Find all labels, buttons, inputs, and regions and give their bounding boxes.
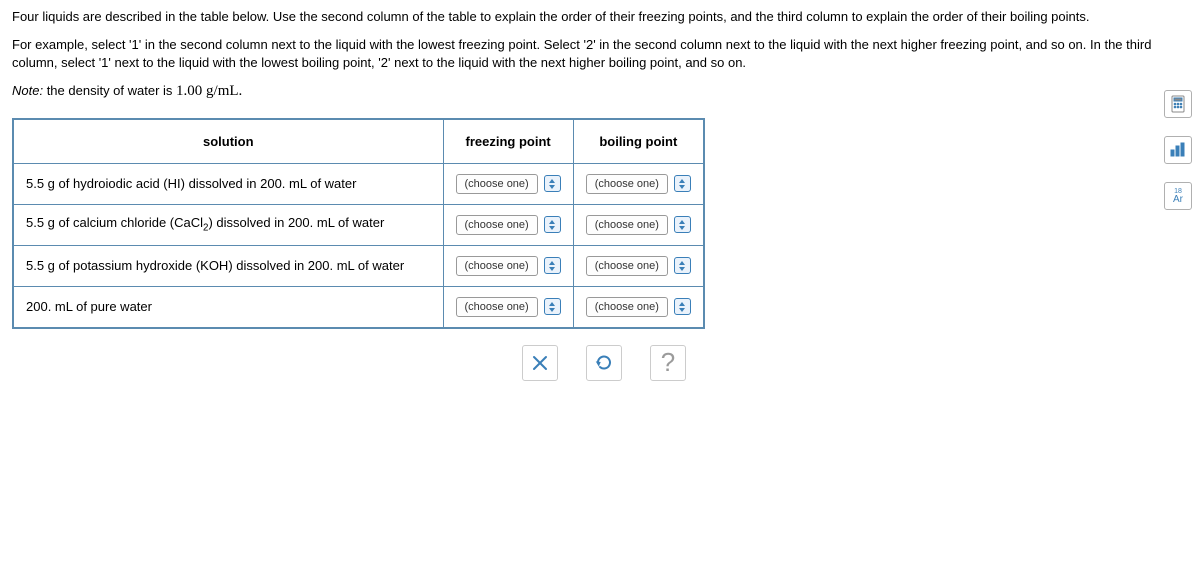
updown-icon xyxy=(544,216,561,233)
boiling-dropdown[interactable]: (choose one) xyxy=(586,297,691,317)
dropdown-label: (choose one) xyxy=(586,297,668,317)
updown-icon xyxy=(674,298,691,315)
header-boiling: boiling point xyxy=(573,119,704,164)
solution-cell: 200. mL of pure water xyxy=(13,286,443,328)
dropdown-label: (choose one) xyxy=(456,297,538,317)
note-line: Note: the density of water is 1.00 g/mL. xyxy=(12,83,1188,100)
periodic-icon: 18Ar xyxy=(1173,188,1183,205)
dropdown-label: (choose one) xyxy=(456,174,538,194)
solution-cell: 5.5 g of potassium hydroxide (KOH) disso… xyxy=(13,245,443,286)
boiling-cell: (choose one) xyxy=(573,286,704,328)
instruction-paragraph-2: For example, select '1' in the second co… xyxy=(12,36,1188,72)
dropdown-label: (choose one) xyxy=(586,256,668,276)
calculator-icon xyxy=(1170,95,1186,113)
table-row: 5.5 g of potassium hydroxide (KOH) disso… xyxy=(13,245,704,286)
periodic-table-button[interactable]: 18Ar xyxy=(1164,182,1192,210)
dropdown-label: (choose one) xyxy=(586,215,668,235)
table-row: 5.5 g of hydroiodic acid (HI) dissolved … xyxy=(13,163,704,204)
dropdown-label: (choose one) xyxy=(586,174,668,194)
freezing-cell: (choose one) xyxy=(443,286,573,328)
table-header-row: solution freezing point boiling point xyxy=(13,119,704,164)
note-prefix: Note: xyxy=(12,83,43,98)
right-toolbar: 18Ar xyxy=(1164,90,1192,210)
dropdown-label: (choose one) xyxy=(456,256,538,276)
freezing-dropdown[interactable]: (choose one) xyxy=(456,174,561,194)
updown-icon xyxy=(544,257,561,274)
updown-icon xyxy=(674,175,691,192)
table-row: 5.5 g of calcium chloride (CaCl2) dissol… xyxy=(13,204,704,245)
boiling-cell: (choose one) xyxy=(573,204,704,245)
boiling-dropdown[interactable]: (choose one) xyxy=(586,215,691,235)
freezing-dropdown[interactable]: (choose one) xyxy=(456,215,561,235)
updown-icon xyxy=(674,257,691,274)
dropdown-label: (choose one) xyxy=(456,215,538,235)
solutions-table: solution freezing point boiling point 5.… xyxy=(12,118,705,329)
freezing-cell: (choose one) xyxy=(443,245,573,286)
instruction-paragraph-1: Four liquids are described in the table … xyxy=(12,8,1188,26)
updown-icon xyxy=(544,298,561,315)
x-icon xyxy=(531,354,549,372)
clear-button[interactable] xyxy=(522,345,558,381)
boiling-cell: (choose one) xyxy=(573,163,704,204)
instructions-block: Four liquids are described in the table … xyxy=(12,8,1188,73)
solution-cell: 5.5 g of calcium chloride (CaCl2) dissol… xyxy=(13,204,443,245)
boiling-dropdown[interactable]: (choose one) xyxy=(586,256,691,276)
header-freezing: freezing point xyxy=(443,119,573,164)
graph-button[interactable] xyxy=(1164,136,1192,164)
solution-cell: 5.5 g of hydroiodic acid (HI) dissolved … xyxy=(13,163,443,204)
boiling-cell: (choose one) xyxy=(573,245,704,286)
updown-icon xyxy=(544,175,561,192)
header-solution: solution xyxy=(13,119,443,164)
help-button[interactable]: ? xyxy=(650,345,686,381)
freezing-dropdown[interactable]: (choose one) xyxy=(456,256,561,276)
freezing-cell: (choose one) xyxy=(443,163,573,204)
calculator-button[interactable] xyxy=(1164,90,1192,118)
freezing-dropdown[interactable]: (choose one) xyxy=(456,297,561,317)
reset-button[interactable] xyxy=(586,345,622,381)
updown-icon xyxy=(674,216,691,233)
help-icon: ? xyxy=(661,347,675,378)
note-text: the density of water is xyxy=(43,83,176,98)
boiling-dropdown[interactable]: (choose one) xyxy=(586,174,691,194)
table-row: 200. mL of pure water (choose one) (choo… xyxy=(13,286,704,328)
action-bar: ? xyxy=(522,345,1188,381)
freezing-cell: (choose one) xyxy=(443,204,573,245)
reset-icon xyxy=(594,353,614,373)
note-value: 1.00 g/mL. xyxy=(176,83,242,99)
graph-icon xyxy=(1169,142,1187,158)
